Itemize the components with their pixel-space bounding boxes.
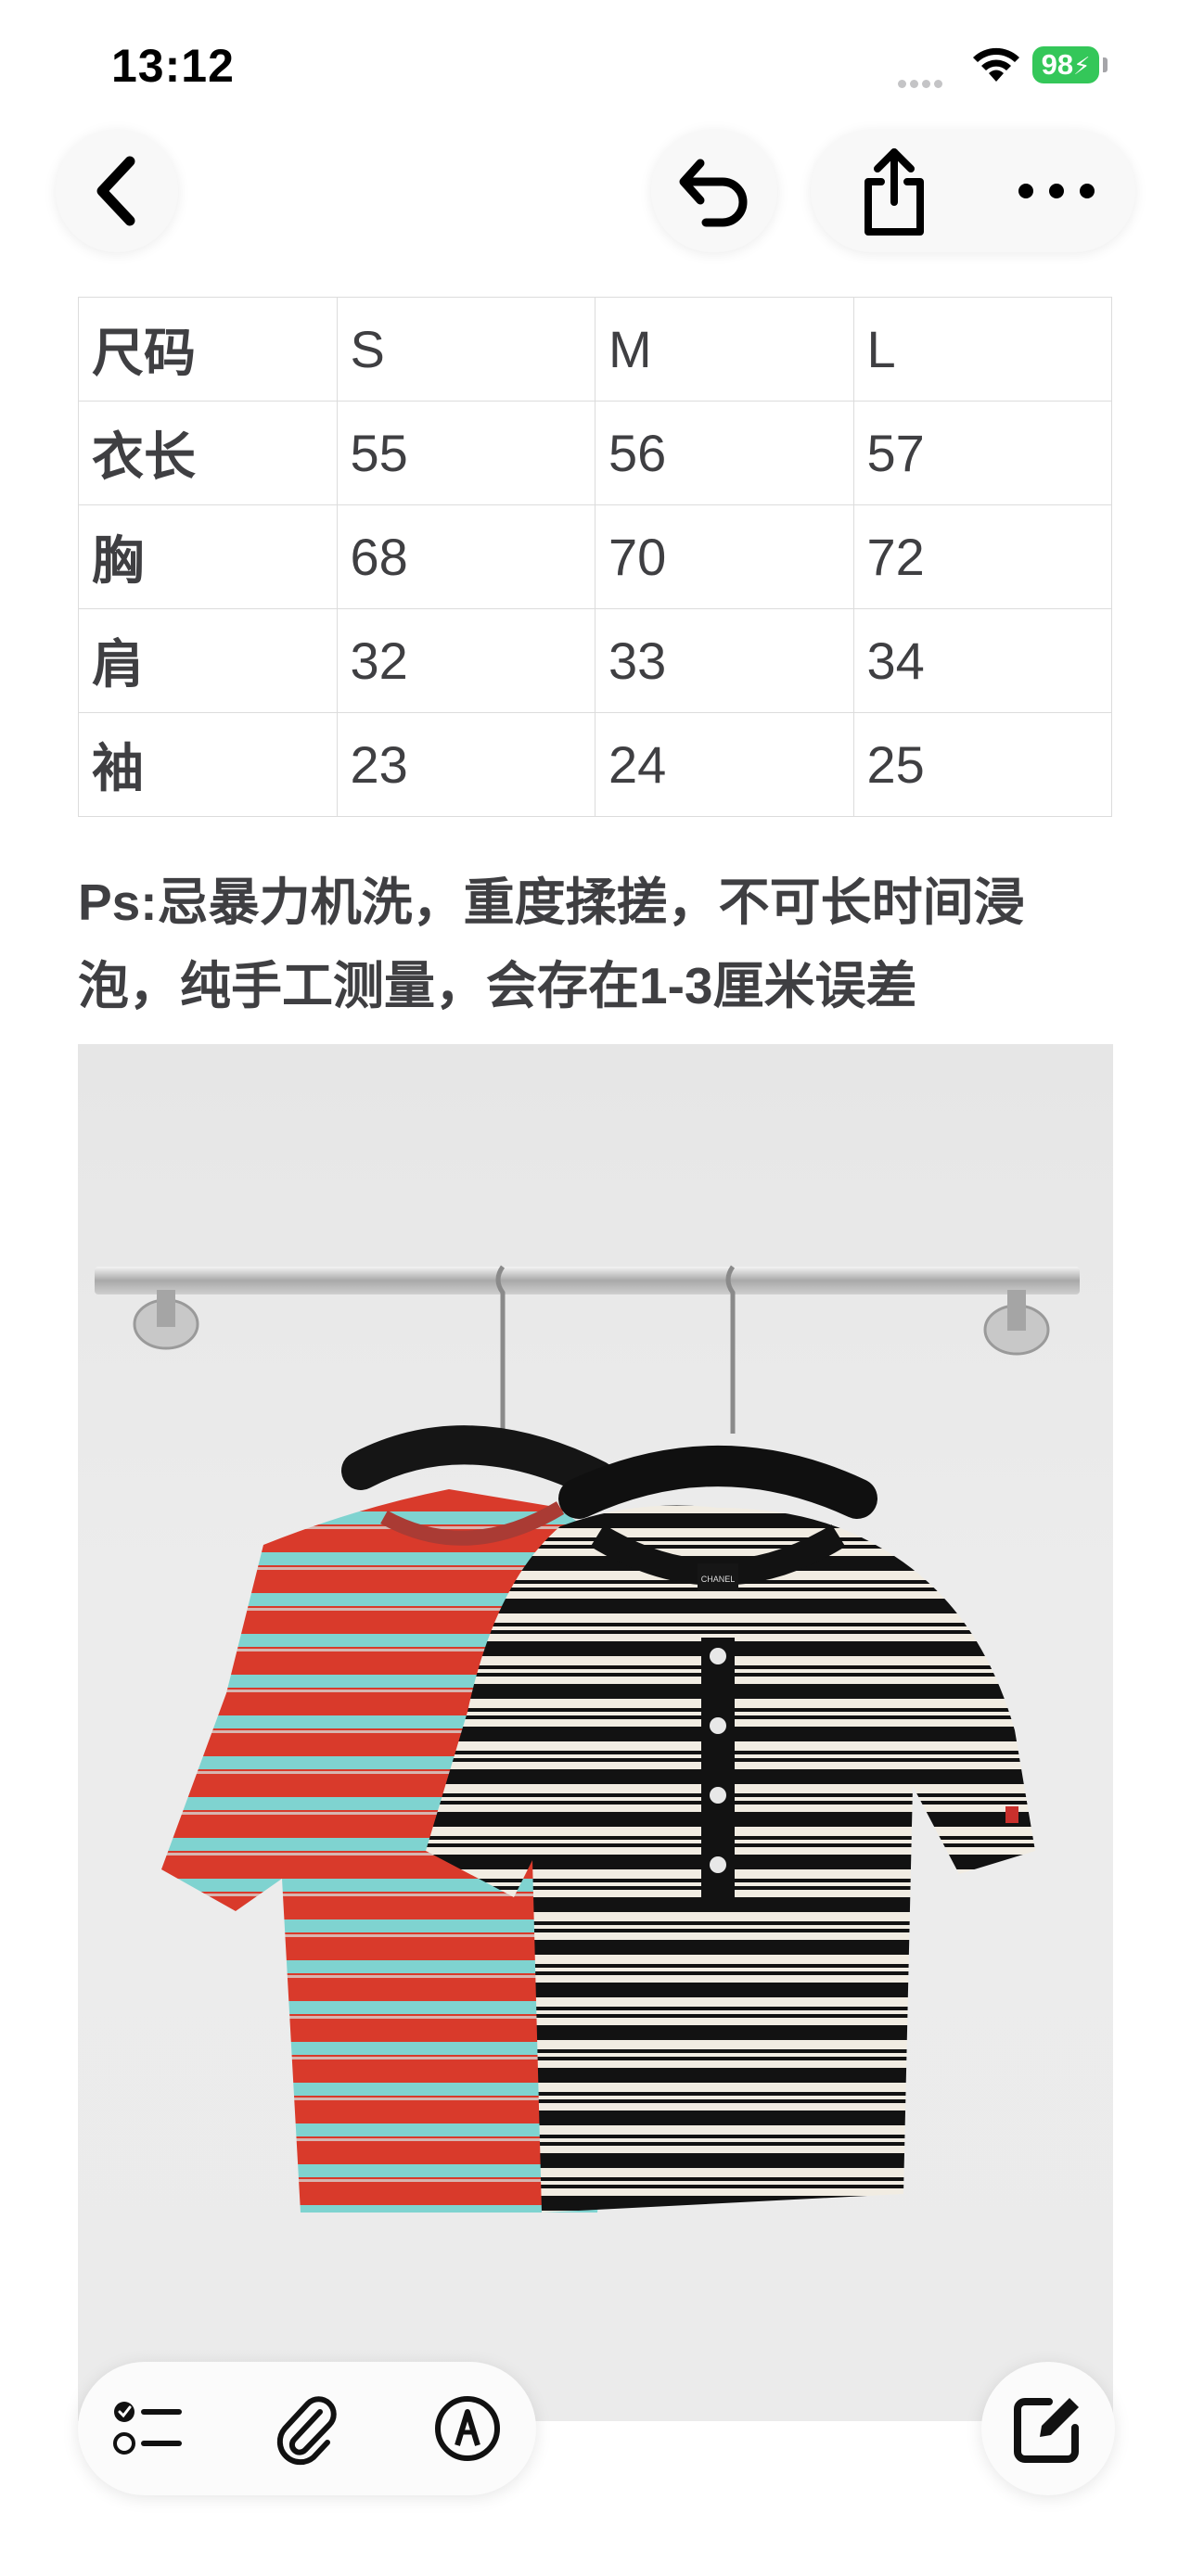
table-cell: 23 — [336, 712, 596, 817]
table-cell: 55 — [336, 401, 596, 505]
table-cell: 33 — [595, 608, 854, 713]
clothing-photo: CHANEL — [95, 1265, 1080, 2213]
checklist-icon — [113, 2402, 182, 2455]
battery-indicator: 98⚡ — [1032, 46, 1099, 83]
battery-cap — [1103, 57, 1108, 72]
table-cell: 34 — [852, 608, 1112, 713]
table-cell: 肩 — [78, 608, 338, 713]
table-cell: 70 — [595, 504, 854, 609]
undo-arrow-icon — [679, 159, 748, 227]
table-row: 袖 23 24 25 — [78, 712, 1112, 817]
care-note: Ps:忌暴力机洗，重度揉搓，不可长时间浸 泡，纯手工测量，会存在1-3厘米误差 — [78, 861, 1126, 1027]
table-cell: 57 — [852, 401, 1112, 505]
care-note-line: 泡，纯手工测量，会存在1-3厘米误差 — [78, 957, 917, 1014]
chevron-left-icon — [96, 156, 135, 226]
table-cell: 25 — [852, 712, 1112, 817]
pen-markup-icon — [435, 2396, 500, 2461]
table-cell: L — [852, 297, 1112, 402]
share-icon — [864, 148, 924, 236]
table-row: 肩 32 33 34 — [78, 608, 1112, 713]
cellular-signal-icon — [898, 76, 946, 93]
compose-button[interactable] — [981, 2362, 1115, 2495]
table-cell: 尺码 — [78, 297, 338, 402]
wifi-icon — [973, 47, 1019, 82]
table-cell: 68 — [336, 504, 596, 609]
table-cell: S — [336, 297, 596, 402]
battery-level: 98 — [1041, 48, 1074, 81]
status-bar: 13:12 98⚡ — [0, 0, 1191, 139]
undo-button[interactable] — [651, 130, 777, 252]
back-button[interactable] — [56, 130, 178, 252]
table-row: 胸 68 70 72 — [78, 504, 1112, 609]
markup-button[interactable] — [421, 2382, 514, 2475]
more-button[interactable] — [1005, 130, 1108, 252]
ellipsis-icon — [1018, 184, 1095, 198]
table-cell: M — [595, 297, 854, 402]
table-cell: 32 — [336, 608, 596, 713]
bottom-toolbar — [78, 2362, 536, 2495]
table-cell: 胸 — [78, 504, 338, 609]
product-photo[interactable]: CHANEL — [78, 1044, 1113, 2421]
checklist-button[interactable] — [102, 2382, 195, 2475]
table-cell: 衣长 — [78, 401, 338, 505]
charging-bolt-icon: ⚡ — [1073, 52, 1091, 80]
compose-icon — [1014, 2398, 1079, 2463]
table-cell: 袖 — [78, 712, 338, 817]
attachment-button[interactable] — [260, 2382, 352, 2475]
table-cell: 56 — [595, 401, 854, 505]
share-button[interactable] — [848, 130, 941, 252]
brand-tag: CHANEL — [701, 1575, 736, 1584]
action-pill — [811, 130, 1135, 252]
size-table: 尺码 S M L 衣长 55 56 57 胸 68 70 72 肩 32 33 … — [78, 297, 1112, 817]
table-header-row: 尺码 S M L — [78, 297, 1112, 402]
table-cell: 72 — [852, 504, 1112, 609]
table-row: 衣长 55 56 57 — [78, 401, 1112, 505]
table-cell: 24 — [595, 712, 854, 817]
status-time: 13:12 — [111, 40, 235, 92]
paperclip-icon — [276, 2396, 337, 2466]
care-note-line: Ps:忌暴力机洗，重度揉搓，不可长时间浸 — [78, 874, 1025, 931]
